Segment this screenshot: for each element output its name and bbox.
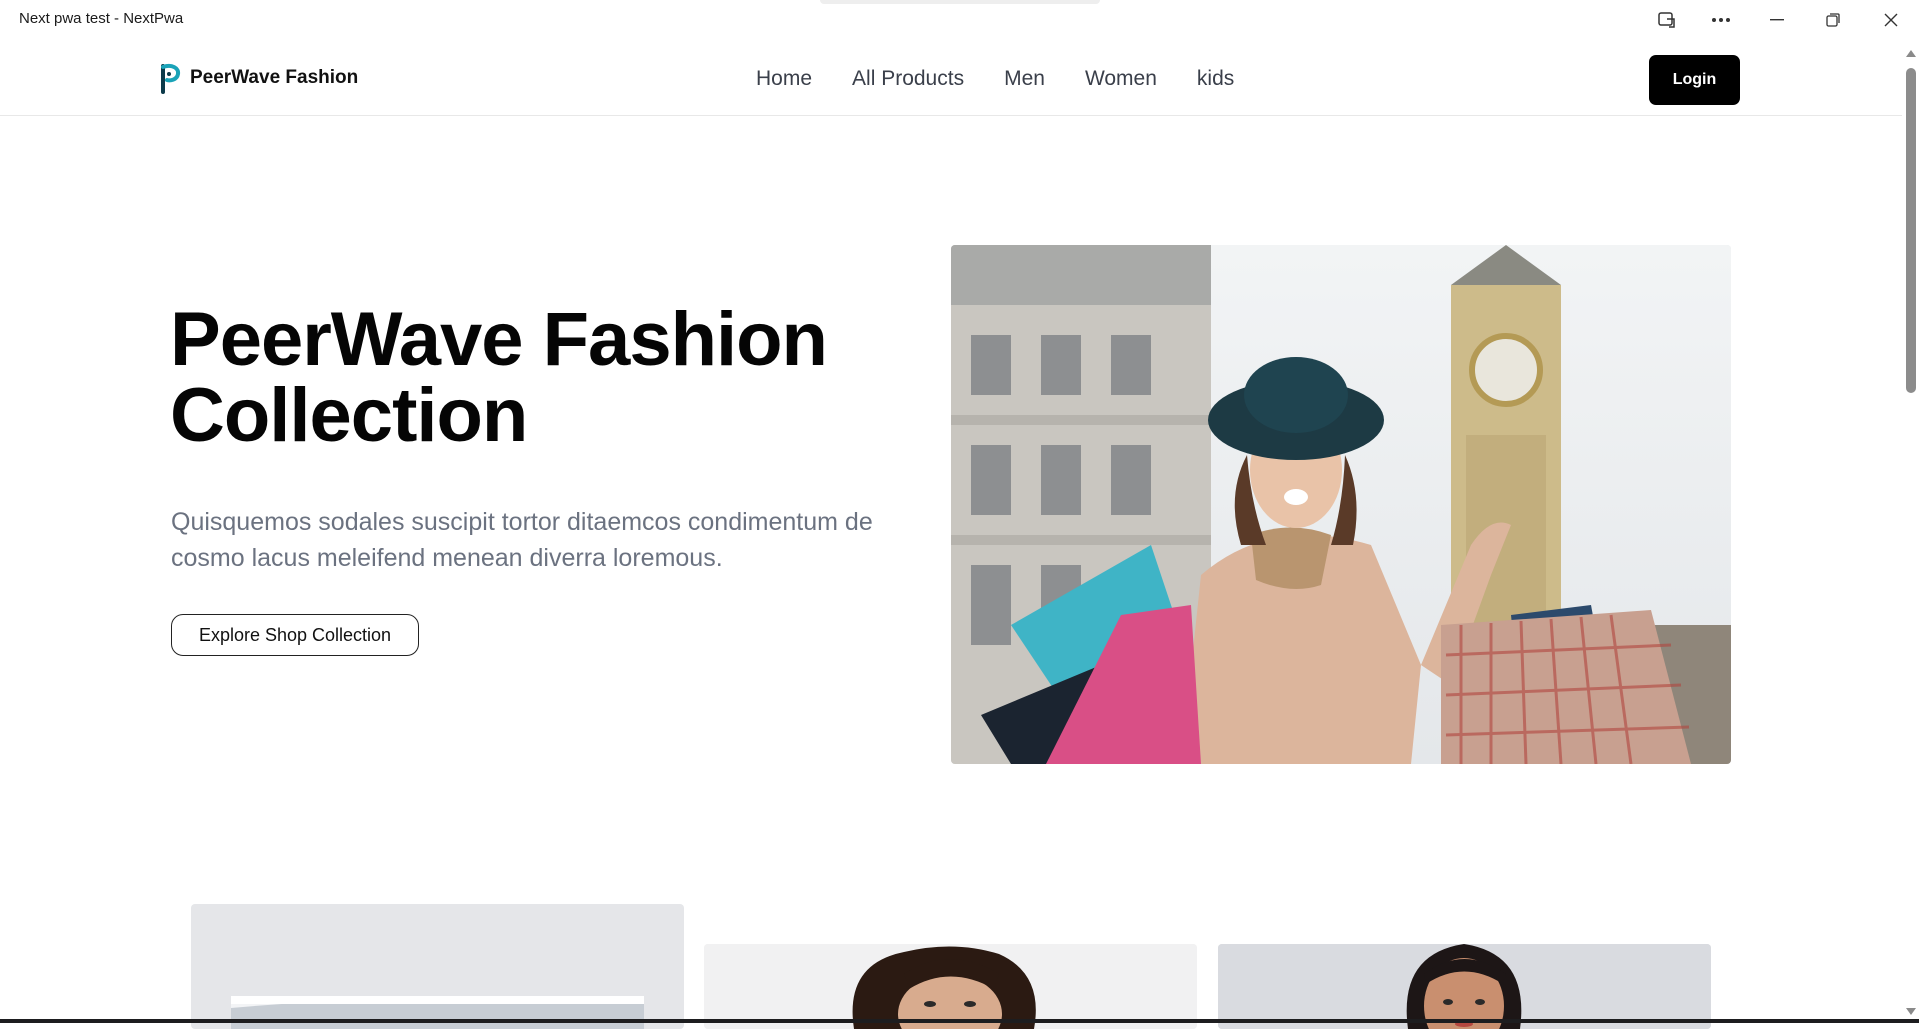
app-available-icon[interactable] (1650, 6, 1684, 34)
explore-shop-button[interactable]: Explore Shop Collection (171, 614, 419, 656)
more-icon[interactable] (1704, 6, 1738, 34)
brand-link[interactable]: PeerWave Fashion (160, 60, 358, 96)
category-card-1[interactable] (191, 904, 684, 1029)
nav-men[interactable]: Men (984, 64, 1065, 94)
window-title: Next pwa test - NextPwa (19, 10, 184, 27)
hero-title-line2: Collection (170, 373, 528, 458)
nav-home[interactable]: Home (756, 64, 832, 94)
hero-title-line1: PeerWave Fashion (170, 297, 828, 382)
site-header: PeerWave Fashion Home All Products Men W… (0, 40, 1902, 116)
nav-kids[interactable]: kids (1177, 64, 1254, 94)
main-nav: Home All Products Men Women kids (756, 64, 1254, 94)
category-photo-1 (231, 996, 644, 1029)
scroll-down-icon[interactable] (1906, 1008, 1916, 1015)
window-titlebar: Next pwa test - NextPwa (0, 0, 1919, 40)
peerwave-logo-icon (161, 63, 181, 94)
woman-shopping-bags-photo (951, 245, 1731, 764)
category-card-3[interactable] (1218, 944, 1711, 1029)
scroll-up-icon[interactable] (1906, 50, 1916, 57)
hero-image (951, 245, 1731, 764)
drag-handle[interactable] (820, 0, 1100, 4)
brand-name: PeerWave Fashion (190, 67, 359, 88)
close-icon[interactable] (1874, 6, 1908, 34)
restore-icon[interactable] (1816, 6, 1850, 34)
nav-all-products[interactable]: All Products (832, 64, 984, 94)
scroll-thumb[interactable] (1906, 68, 1916, 393)
nav-women[interactable]: Women (1065, 64, 1177, 94)
category-photo-woman (1218, 944, 1711, 1029)
minimize-icon[interactable] (1760, 6, 1794, 34)
category-photo-man (704, 944, 1197, 1029)
hero-title: PeerWave Fashion Collection (170, 302, 930, 454)
taskbar-edge (0, 1019, 1919, 1023)
login-button[interactable]: Login (1649, 55, 1740, 105)
category-card-2[interactable] (704, 944, 1197, 1029)
hero-description: Quisquemos sodales suscipit tortor ditae… (171, 508, 873, 572)
page-scrollbar[interactable] (1902, 40, 1919, 1023)
